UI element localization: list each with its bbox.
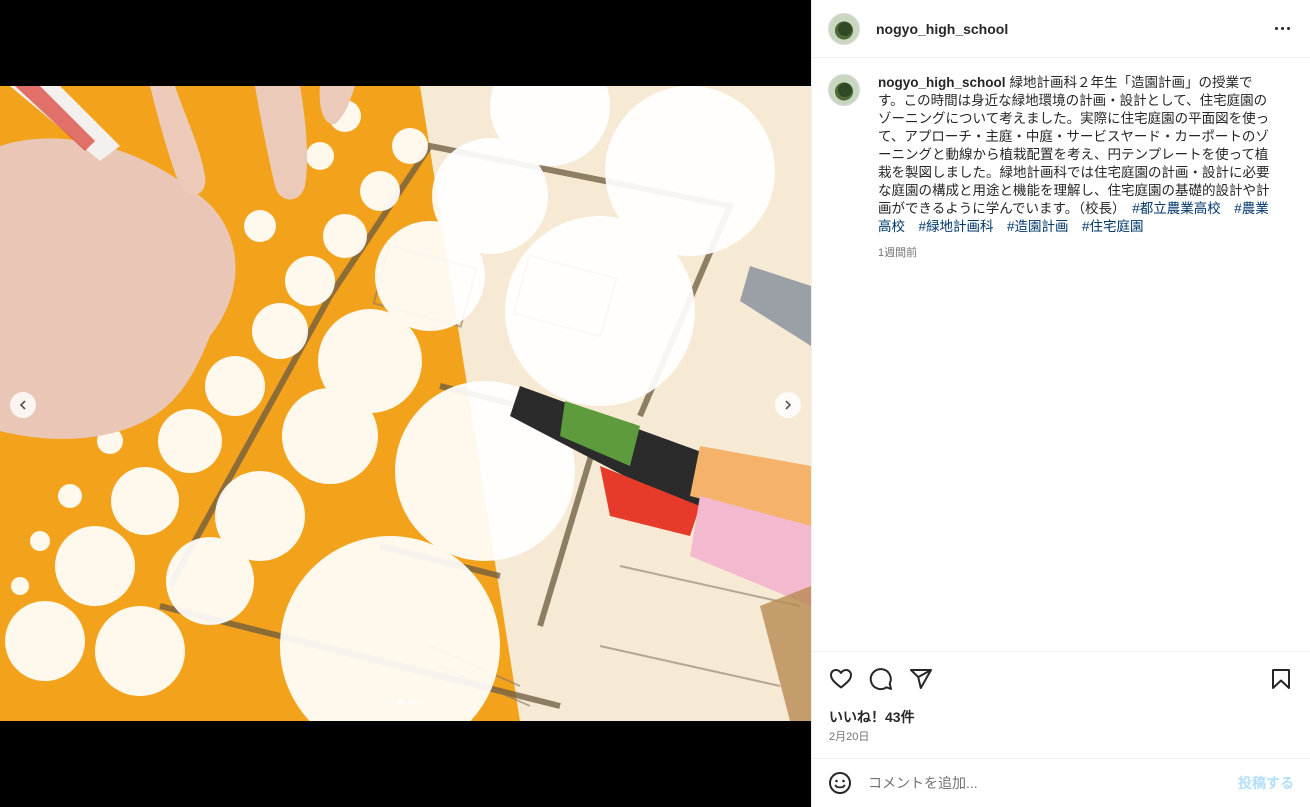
author-username[interactable]: nogyo_high_school [876, 21, 1008, 37]
carousel-dot [407, 699, 414, 705]
post-comment-button[interactable]: 投稿する [1238, 773, 1294, 793]
emoji-icon[interactable] [828, 771, 852, 795]
comment-button[interactable] [868, 666, 894, 692]
save-button[interactable] [1268, 666, 1294, 692]
chevron-right-icon [785, 400, 792, 410]
heart-icon [830, 669, 852, 689]
carousel-prev-button[interactable] [10, 392, 36, 418]
caption-section: nogyo_high_school 緑地計画科２年生「造園計画」の授業です。この時… [812, 58, 1310, 652]
action-bar [828, 664, 1294, 694]
like-count[interactable]: いいね！43件 [829, 707, 915, 727]
chevron-left-icon [19, 400, 26, 410]
share-button[interactable] [908, 666, 934, 692]
comment-input[interactable] [868, 775, 1238, 791]
hashtag-link[interactable]: #造園計画 [1007, 219, 1069, 234]
more-icon-dot [1286, 27, 1290, 30]
bookmark-icon [1272, 669, 1290, 689]
caption-text: nogyo_high_school 緑地計画科２年生「造園計画」の授業です。この時… [878, 74, 1278, 236]
avatar[interactable] [828, 12, 860, 45]
post-details-pane: nogyo_high_school nogyo_high_school 緑地計画科… [811, 0, 1310, 807]
caption-username[interactable]: nogyo_high_school [878, 75, 1006, 90]
caption-content: 緑地計画科２年生「造園計画」の授業です。この時間は身近な緑地環境の計画・設計とし… [878, 75, 1270, 216]
carousel-dot [387, 699, 394, 705]
more-options-button[interactable] [1270, 17, 1294, 41]
like-button[interactable] [828, 666, 854, 692]
hashtag-link[interactable]: #都立農業高校 [1132, 201, 1221, 216]
caption-time-ago: 1週間前 [878, 247, 918, 259]
post-header: nogyo_high_school [812, 0, 1310, 58]
hashtag-link[interactable]: #住宅庭園 [1082, 219, 1144, 234]
caption-avatar[interactable] [828, 74, 860, 106]
comment-icon [869, 668, 892, 691]
post-date: 2月20日 [829, 731, 870, 743]
caption-body: nogyo_high_school 緑地計画科２年生「造園計画」の授業です。この時… [878, 74, 1278, 651]
carousel-dot [397, 699, 404, 705]
post-image[interactable] [0, 86, 811, 721]
comment-bar: 投稿する [812, 758, 1310, 807]
carousel-next-button[interactable] [775, 392, 801, 418]
share-icon [910, 669, 932, 689]
more-icon [1274, 27, 1278, 30]
carousel-dot [417, 699, 424, 705]
carousel-indicator [0, 699, 811, 705]
media-pane [0, 0, 811, 807]
more-icon-dot [1280, 27, 1284, 30]
hashtag-link[interactable]: #緑地計画科 [919, 219, 994, 234]
